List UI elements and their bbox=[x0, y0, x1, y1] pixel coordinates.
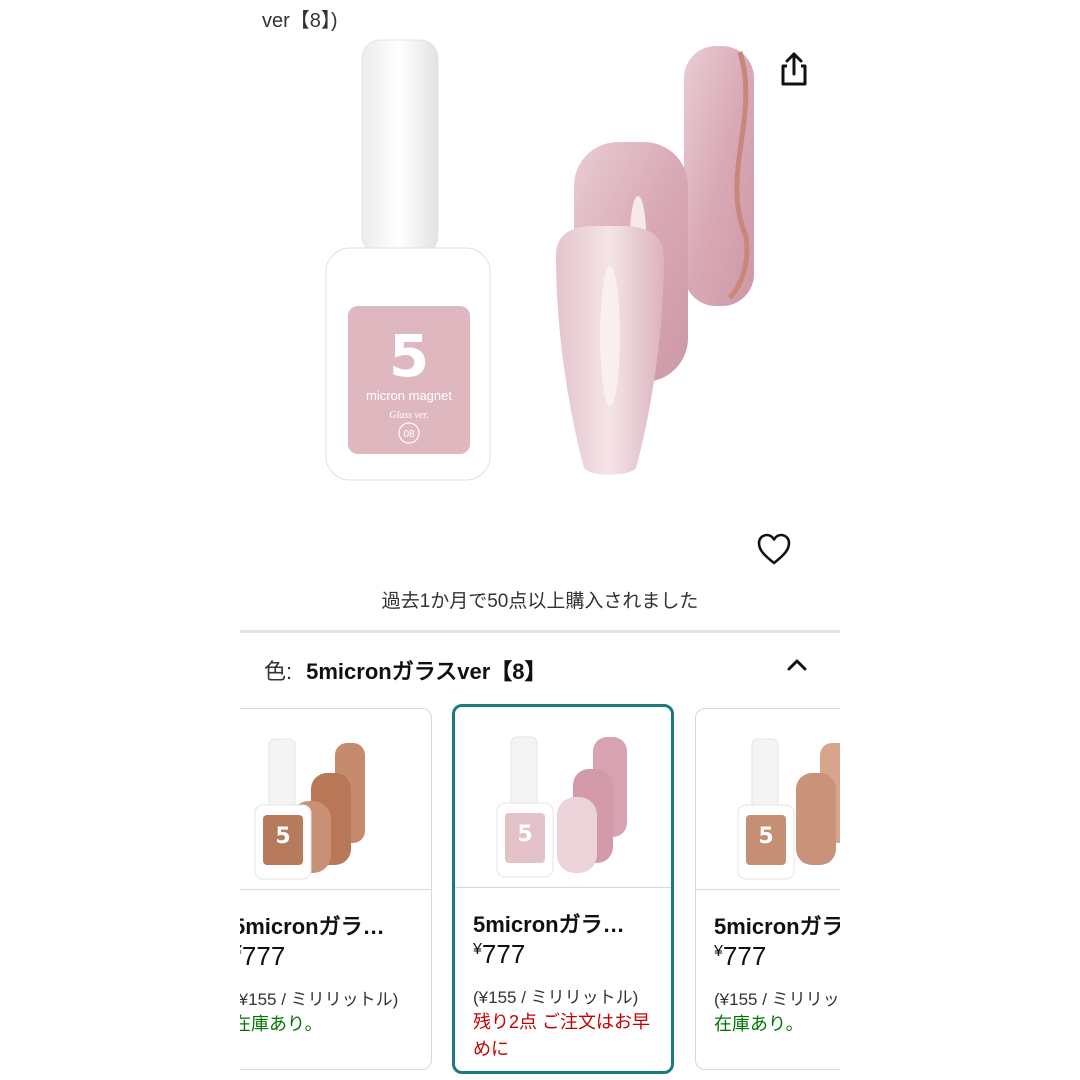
purchase-count-note: 過去1か月で50点以上購入されました bbox=[381, 591, 699, 612]
bottle-label: micron magnet bbox=[366, 388, 452, 403]
heart-icon bbox=[757, 533, 791, 565]
swatch-stock-status: 在庫あり。 bbox=[714, 1014, 804, 1034]
swatch-card[interactable]: 5 5micronガラ… ¥777 (¥155 / ミリリットル) 在庫あり。 bbox=[240, 708, 432, 1070]
swatch-price: ¥777 bbox=[240, 941, 286, 971]
swatch-stock-status: 在庫あり。 bbox=[240, 1014, 323, 1034]
svg-text:5: 5 bbox=[758, 824, 773, 849]
variation-label: 色: bbox=[264, 659, 293, 684]
swatch-unit-price: (¥155 / ミリリットル) bbox=[714, 990, 840, 1009]
swatch-card[interactable]: 5 5micronガラ… ¥777 (¥155 / ミリリットル) 在庫あり。 bbox=[695, 708, 840, 1070]
swatch-thumbnail: 5 bbox=[240, 709, 431, 890]
swatch-thumbnail: 5 bbox=[696, 709, 840, 890]
svg-text:5: 5 bbox=[517, 822, 532, 847]
swatch-name: 5micronガラ… bbox=[714, 914, 840, 939]
swatch-price: ¥777 bbox=[714, 941, 767, 971]
variation-header: 色: 5micronガラスver【8】 bbox=[264, 654, 547, 686]
svg-text:5: 5 bbox=[275, 824, 290, 849]
bottle-sub: Glass ver. bbox=[389, 410, 428, 421]
share-icon bbox=[781, 52, 807, 86]
swatch-unit-price: (¥155 / ミリリットル) bbox=[473, 988, 639, 1007]
swatch-price: ¥777 bbox=[473, 939, 526, 969]
bottle-number: 5 bbox=[389, 322, 429, 390]
product-title-tail: ver【8】) bbox=[262, 10, 338, 32]
variation-value: 5micronガラスver【8】 bbox=[306, 659, 547, 684]
collapse-variations-button[interactable] bbox=[782, 650, 812, 680]
swatch-unit-price: (¥155 / ミリリットル) bbox=[240, 990, 399, 1009]
swatch-stock-status: 残り2点 ご注文はお早めに bbox=[473, 1012, 651, 1059]
section-divider bbox=[240, 630, 840, 633]
swatch-name: 5micronガラ… bbox=[240, 914, 385, 939]
chevron-up-icon bbox=[787, 659, 807, 671]
product-detail-view: ver【8】) 5 micron magnet Glass ver. 08 過去… bbox=[240, 0, 840, 1080]
swatch-name: 5micronガラ… bbox=[473, 912, 625, 937]
bottle-code: 08 bbox=[403, 429, 415, 440]
swatch-thumbnail: 5 bbox=[455, 707, 671, 888]
product-main-image[interactable]: 5 micron magnet Glass ver. 08 bbox=[320, 36, 760, 486]
wishlist-button[interactable] bbox=[756, 532, 792, 568]
share-button[interactable] bbox=[776, 50, 812, 90]
swatch-card-selected[interactable]: 5 5micronガラ… ¥777 (¥155 / ミリリットル) 残り2点 ご… bbox=[452, 704, 674, 1074]
